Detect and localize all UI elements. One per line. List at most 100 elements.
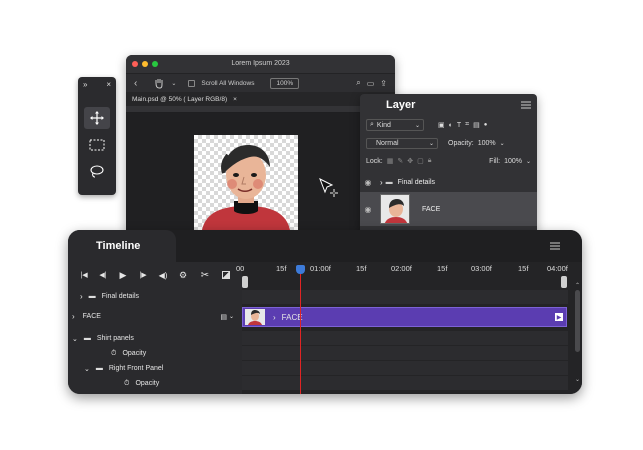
blend-mode-select[interactable]: Normal ⌄	[366, 137, 438, 149]
blend-mode-value: Normal	[376, 139, 399, 147]
settings-button[interactable]: ⚙	[176, 268, 190, 282]
track-lane[interactable]	[242, 346, 568, 360]
visibility-eye-icon[interactable]: ◉	[360, 178, 376, 187]
share-icon[interactable]: ⇪	[380, 79, 387, 88]
lock-all-icon[interactable]: 🔒︎	[428, 157, 432, 165]
lock-position-icon[interactable]: ✥	[407, 157, 413, 165]
ruler-tick: 00	[236, 264, 245, 273]
tools-panel: » ×	[78, 77, 116, 195]
scissors-icon: ✂	[200, 269, 210, 281]
move-tool-button[interactable]	[84, 107, 110, 129]
stopwatch-icon[interactable]: ⏱	[111, 350, 116, 358]
portrait-illustration	[202, 145, 290, 230]
opacity-field[interactable]: 100%	[478, 140, 496, 147]
chevron-up-icon[interactable]: ⌃	[575, 282, 580, 289]
chevron-right-icon[interactable]: ›	[80, 292, 83, 301]
lock-transparent-icon[interactable]: ▦	[387, 157, 394, 165]
layer-row-final-details[interactable]: ◉ › ▬ Final details	[360, 174, 537, 190]
track-row-opacity[interactable]: ⏱ Opacity	[68, 376, 242, 391]
transition-button[interactable]	[219, 268, 233, 282]
face-thumbnail-icon	[248, 310, 262, 325]
split-button[interactable]: ✂	[198, 268, 212, 282]
chevron-right-icon[interactable]: ›	[273, 313, 276, 322]
pixel-filter-icon[interactable]: ▣	[438, 121, 445, 129]
track-lane[interactable]	[242, 361, 568, 375]
track-lane[interactable]	[242, 331, 568, 345]
zoom-field[interactable]: 100%	[270, 77, 300, 89]
document-tab-label: Main.psd @ 50% ( Layer RGB/8)	[132, 95, 228, 103]
clip-menu-icon[interactable]: ▶	[555, 313, 563, 321]
panel-menu-icon[interactable]	[550, 242, 560, 250]
kind-filter-select[interactable]: ⌕ Kind ⌄	[366, 119, 424, 131]
shape-filter-icon[interactable]: ⌗	[465, 121, 469, 129]
chevron-right-icon[interactable]: ›	[380, 178, 383, 187]
face-thumbnail-icon	[384, 199, 408, 223]
chevron-down-icon[interactable]: ⌄	[171, 80, 176, 87]
track-row-face[interactable]: › FACE ▤ ⌄	[68, 309, 242, 324]
stopwatch-icon[interactable]: ⏱	[124, 380, 129, 388]
track-row-shirt-panels[interactable]: ⌄ ▬ Shirt panels	[68, 331, 242, 346]
play-icon: ▶	[119, 269, 127, 280]
face-clip[interactable]: › FACE ▶	[242, 307, 567, 327]
lock-label: Lock:	[366, 157, 383, 165]
panel-menu-icon[interactable]	[521, 101, 531, 109]
marquee-icon	[89, 139, 105, 151]
folder-icon: ▬	[83, 335, 91, 342]
chevron-down-icon[interactable]: ⌄	[229, 313, 234, 320]
expand-icon[interactable]: »	[83, 80, 87, 89]
close-icon[interactable]: ×	[106, 80, 111, 89]
marquee-tool-button[interactable]	[84, 134, 110, 156]
track-row-right-front-panel[interactable]: ⌄ ▬ Right Front Panel	[68, 361, 242, 376]
canvas-area[interactable]	[126, 113, 395, 235]
lock-artboard-icon[interactable]: ▢	[417, 157, 424, 165]
chevron-down-icon[interactable]: ⌄	[526, 158, 531, 165]
document-tab[interactable]: Main.psd @ 50% ( Layer RGB/8) ×	[126, 92, 395, 106]
scroll-all-label: Scroll All Windows	[201, 79, 255, 87]
track-lane[interactable]	[242, 376, 568, 390]
filter-toggle-icon[interactable]: ●	[484, 122, 488, 128]
audio-button[interactable]: ◀)	[156, 268, 170, 282]
chevron-down-icon[interactable]: ⌄	[500, 140, 505, 147]
workspace-icon[interactable]: ▭	[367, 79, 375, 88]
chevron-right-icon[interactable]: ›	[72, 312, 75, 321]
track-lane[interactable]	[242, 290, 568, 304]
work-area-start-handle[interactable]	[242, 276, 248, 288]
options-bar: ‹ ⌄ Scroll All Windows 100% ⌕ ▭ ⇪	[126, 73, 395, 92]
playhead-handle[interactable]	[296, 265, 305, 274]
previous-frame-button[interactable]: ◀|	[96, 268, 110, 282]
visibility-eye-icon[interactable]: ◉	[360, 205, 376, 214]
vertical-scrollbar[interactable]	[575, 290, 580, 352]
lasso-tool-button[interactable]	[84, 161, 110, 183]
ruler-tick: 15f	[356, 264, 367, 273]
scroll-all-checkbox[interactable]	[188, 79, 196, 87]
go-to-first-frame-button[interactable]: |◀	[77, 268, 91, 282]
lock-image-icon[interactable]: ✎	[397, 157, 403, 165]
back-icon[interactable]: ‹	[134, 78, 137, 89]
work-area-end-handle[interactable]	[561, 276, 567, 288]
play-button[interactable]: ▶	[116, 268, 130, 282]
track-row-opacity[interactable]: ⏱ Opacity	[68, 346, 242, 361]
search-icon[interactable]: ⌕	[356, 78, 360, 88]
timeline-title: Timeline	[96, 240, 141, 252]
film-icon[interactable]: ▤	[220, 313, 227, 321]
track-name: Opacity	[122, 350, 147, 357]
previous-frame-icon: ◀|	[99, 272, 107, 279]
type-filter-icon[interactable]: T	[457, 122, 461, 129]
layer-name: Final details	[397, 178, 436, 186]
fill-field[interactable]: 100%	[504, 158, 522, 165]
adjustment-filter-icon[interactable]: ◐	[449, 122, 453, 129]
next-frame-button[interactable]: |▶	[136, 268, 150, 282]
chevron-down-icon: ⌄	[414, 122, 420, 129]
chevron-down-icon[interactable]: ⌄	[84, 365, 90, 373]
document-window: Lorem Ipsum 2023 ‹ ⌄ Scroll All Windows …	[126, 55, 395, 235]
layer-row-face[interactable]: ◉ FACE	[360, 192, 537, 226]
chevron-down-icon[interactable]: ⌄	[72, 335, 78, 343]
chevron-down-icon[interactable]: ⌄	[575, 376, 580, 383]
document-tab-close-icon[interactable]: ×	[233, 96, 237, 103]
smart-object-filter-icon[interactable]: ▤	[473, 121, 480, 129]
clip-thumbnail	[245, 309, 265, 325]
track-row-final-details[interactable]: › ▬ Final details	[68, 289, 242, 304]
horizontal-ruler	[126, 106, 395, 113]
hand-icon[interactable]	[153, 77, 165, 89]
track-name: FACE	[82, 313, 101, 320]
